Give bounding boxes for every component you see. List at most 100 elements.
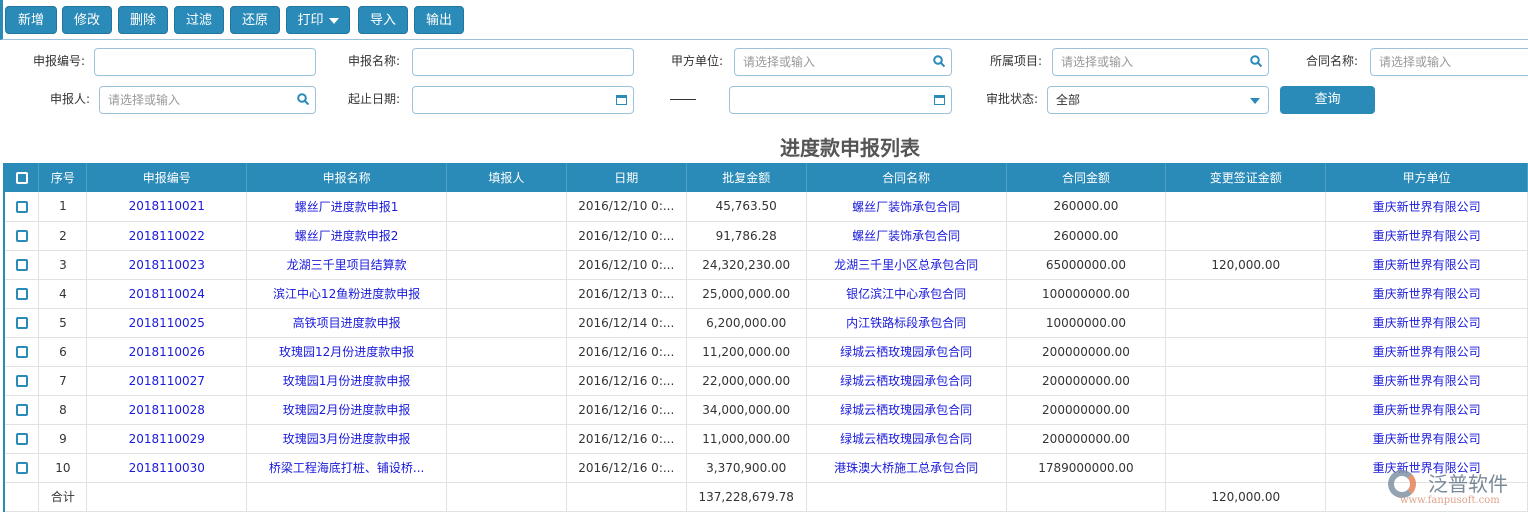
contract-input[interactable]: 请选择或输入 bbox=[1370, 48, 1528, 76]
restore-button[interactable]: 还原 bbox=[230, 6, 280, 34]
row-checkbox[interactable] bbox=[4, 453, 40, 483]
col-report-no[interactable]: 申报编号 bbox=[86, 163, 248, 192]
report-no-label: 申报编号: bbox=[32, 54, 85, 68]
col-reporter[interactable]: 填报人 bbox=[446, 163, 567, 192]
row-checkbox[interactable] bbox=[4, 308, 40, 338]
cell-contract-name[interactable]: 绿城云栖玫瑰园承包合同 bbox=[806, 395, 1007, 425]
cell-contract-amount: 260000.00 bbox=[1006, 192, 1167, 222]
table-row[interactable]: 8 2018110028 玫瑰园2月份进度款申报 2016/12/16 0:... 34… bbox=[4, 395, 1528, 425]
table-row[interactable]: 1 2018110021 螺丝厂进度款申报1 2016/12/10 0:... 45,7… bbox=[4, 192, 1528, 222]
report-name-input[interactable] bbox=[412, 48, 634, 76]
edit-button[interactable]: 修改 bbox=[62, 6, 112, 34]
import-button[interactable]: 导入 bbox=[358, 6, 408, 34]
table-row[interactable]: 9 2018110029 玫瑰园3月份进度款申报 2016/12/16 0:... 11… bbox=[4, 424, 1528, 454]
cell-report-name[interactable]: 玫瑰园12月份进度款申报 bbox=[246, 337, 448, 367]
table-row[interactable]: 6 2018110026 玫瑰园12月份进度款申报 2016/12/16 0:... 1… bbox=[4, 337, 1528, 367]
cell-contract-name[interactable]: 银亿滨江中心承包合同 bbox=[806, 279, 1007, 309]
cell-contract-name[interactable]: 港珠澳大桥施工总承包合同 bbox=[806, 453, 1007, 483]
row-checkbox[interactable] bbox=[4, 366, 40, 396]
row-checkbox[interactable] bbox=[4, 250, 40, 280]
row-checkbox[interactable] bbox=[4, 395, 40, 425]
cell-party-a[interactable]: 重庆新世界有限公司 bbox=[1325, 337, 1528, 367]
cell-party-a[interactable]: 重庆新世界有限公司 bbox=[1325, 250, 1528, 280]
cell-contract-name[interactable]: 内江铁路标段承包合同 bbox=[806, 308, 1007, 338]
start-date-input[interactable] bbox=[412, 86, 634, 114]
cell-report-no[interactable]: 2018110023 bbox=[86, 250, 248, 280]
cell-contract-name[interactable]: 螺丝厂装饰承包合同 bbox=[806, 221, 1007, 251]
table-row[interactable]: 3 2018110023 龙湖三千里项目结算款 2016/12/10 0:... 24,… bbox=[4, 250, 1528, 280]
table-row[interactable]: 2 2018110022 螺丝厂进度款申报2 2016/12/10 0:... 91,7… bbox=[4, 221, 1528, 251]
cell-contract-name[interactable]: 螺丝厂装饰承包合同 bbox=[806, 192, 1007, 222]
table-row[interactable]: 10 2018110030 桥梁工程海底打桩、铺设桥... 2016/12/16 0:… bbox=[4, 453, 1528, 483]
cell-party-a[interactable]: 重庆新世界有限公司 bbox=[1325, 366, 1528, 396]
status-select[interactable]: 全部 bbox=[1047, 86, 1269, 114]
search-icon[interactable] bbox=[297, 93, 309, 105]
end-date-input[interactable] bbox=[729, 86, 952, 114]
col-report-name[interactable]: 申报名称 bbox=[246, 163, 448, 192]
search-icon[interactable] bbox=[1250, 55, 1262, 67]
cell-reporter bbox=[446, 279, 567, 309]
cell-party-a[interactable]: 重庆新世界有限公司 bbox=[1325, 192, 1528, 222]
cell-report-no[interactable]: 2018110028 bbox=[86, 395, 248, 425]
table-row[interactable]: 5 2018110025 高铁项目进度款申报 2016/12/14 0:... 6,20… bbox=[4, 308, 1528, 338]
row-checkbox[interactable] bbox=[4, 279, 40, 309]
row-checkbox[interactable] bbox=[4, 192, 40, 222]
cell-report-name[interactable]: 滨江中心12鱼粉进度款申报 bbox=[246, 279, 448, 309]
col-contract-amount[interactable]: 合同金额 bbox=[1006, 163, 1167, 192]
col-change-amount[interactable]: 变更签证金额 bbox=[1165, 163, 1327, 192]
date-separator bbox=[670, 99, 696, 100]
col-party-a[interactable]: 甲方单位 bbox=[1325, 163, 1528, 192]
row-checkbox[interactable] bbox=[4, 337, 40, 367]
cell-party-a[interactable]: 重庆新世界有限公司 bbox=[1325, 424, 1528, 454]
party-a-input[interactable]: 请选择或输入 bbox=[734, 48, 952, 76]
cell-report-no[interactable]: 2018110030 bbox=[86, 453, 248, 483]
cell-party-a[interactable]: 重庆新世界有限公司 bbox=[1325, 221, 1528, 251]
query-button[interactable]: 查询 bbox=[1280, 86, 1375, 114]
cell-party-a[interactable]: 重庆新世界有限公司 bbox=[1325, 308, 1528, 338]
cell-contract-name[interactable]: 绿城云栖玫瑰园承包合同 bbox=[806, 366, 1007, 396]
cell-contract-name[interactable]: 龙湖三千里小区总承包合同 bbox=[806, 250, 1007, 280]
cell-contract-name[interactable]: 绿城云栖玫瑰园承包合同 bbox=[806, 424, 1007, 454]
filter-button[interactable]: 过滤 bbox=[174, 6, 224, 34]
calendar-icon[interactable] bbox=[934, 95, 945, 105]
reporter-input[interactable]: 请选择或输入 bbox=[99, 86, 316, 114]
cell-report-no[interactable]: 2018110027 bbox=[86, 366, 248, 396]
row-checkbox[interactable] bbox=[4, 424, 40, 454]
calendar-icon[interactable] bbox=[616, 95, 627, 105]
cell-party-a[interactable]: 重庆新世界有限公司 bbox=[1325, 395, 1528, 425]
print-button[interactable]: 打印 bbox=[286, 6, 350, 34]
table-row[interactable]: 7 2018110027 玫瑰园1月份进度款申报 2016/12/16 0:... 22… bbox=[4, 366, 1528, 396]
cell-contract-name[interactable]: 绿城云栖玫瑰园承包合同 bbox=[806, 337, 1007, 367]
col-contract-name[interactable]: 合同名称 bbox=[806, 163, 1007, 192]
cell-reporter bbox=[446, 395, 567, 425]
project-placeholder: 请选择或输入 bbox=[1061, 55, 1134, 69]
cell-report-name[interactable]: 龙湖三千里项目结算款 bbox=[246, 250, 448, 280]
cell-report-no[interactable]: 2018110026 bbox=[86, 337, 248, 367]
select-all-checkbox[interactable] bbox=[4, 163, 40, 192]
export-button[interactable]: 输出 bbox=[414, 6, 464, 34]
col-index[interactable]: 序号 bbox=[38, 163, 88, 192]
cell-report-name[interactable]: 玫瑰园2月份进度款申报 bbox=[246, 395, 448, 425]
report-no-input[interactable] bbox=[94, 48, 316, 76]
delete-button[interactable]: 删除 bbox=[118, 6, 168, 34]
search-icon[interactable] bbox=[933, 55, 945, 67]
cell-report-name[interactable]: 玫瑰园1月份进度款申报 bbox=[246, 366, 448, 396]
add-button[interactable]: 新增 bbox=[5, 6, 57, 34]
cell-report-name[interactable]: 螺丝厂进度款申报2 bbox=[246, 221, 448, 251]
cell-report-name[interactable]: 高铁项目进度款申报 bbox=[246, 308, 448, 338]
cell-report-no[interactable]: 2018110022 bbox=[86, 221, 248, 251]
cell-report-no[interactable]: 2018110024 bbox=[86, 279, 248, 309]
cell-report-no[interactable]: 2018110029 bbox=[86, 424, 248, 454]
col-date[interactable]: 日期 bbox=[566, 163, 687, 192]
row-checkbox[interactable] bbox=[4, 221, 40, 251]
cell-party-a[interactable]: 重庆新世界有限公司 bbox=[1325, 279, 1528, 309]
cell-report-no[interactable]: 2018110025 bbox=[86, 308, 248, 338]
cell-approved-amount: 11,000,000.00 bbox=[686, 424, 807, 454]
table-row[interactable]: 4 2018110024 滨江中心12鱼粉进度款申报 2016/12/13 0:...… bbox=[4, 279, 1528, 309]
project-input[interactable]: 请选择或输入 bbox=[1052, 48, 1269, 76]
cell-report-no[interactable]: 2018110021 bbox=[86, 192, 248, 222]
cell-report-name[interactable]: 桥梁工程海底打桩、铺设桥... bbox=[246, 453, 448, 483]
cell-report-name[interactable]: 螺丝厂进度款申报1 bbox=[246, 192, 448, 222]
cell-report-name[interactable]: 玫瑰园3月份进度款申报 bbox=[246, 424, 448, 454]
col-approved-amount[interactable]: 批复金额 bbox=[686, 163, 807, 192]
